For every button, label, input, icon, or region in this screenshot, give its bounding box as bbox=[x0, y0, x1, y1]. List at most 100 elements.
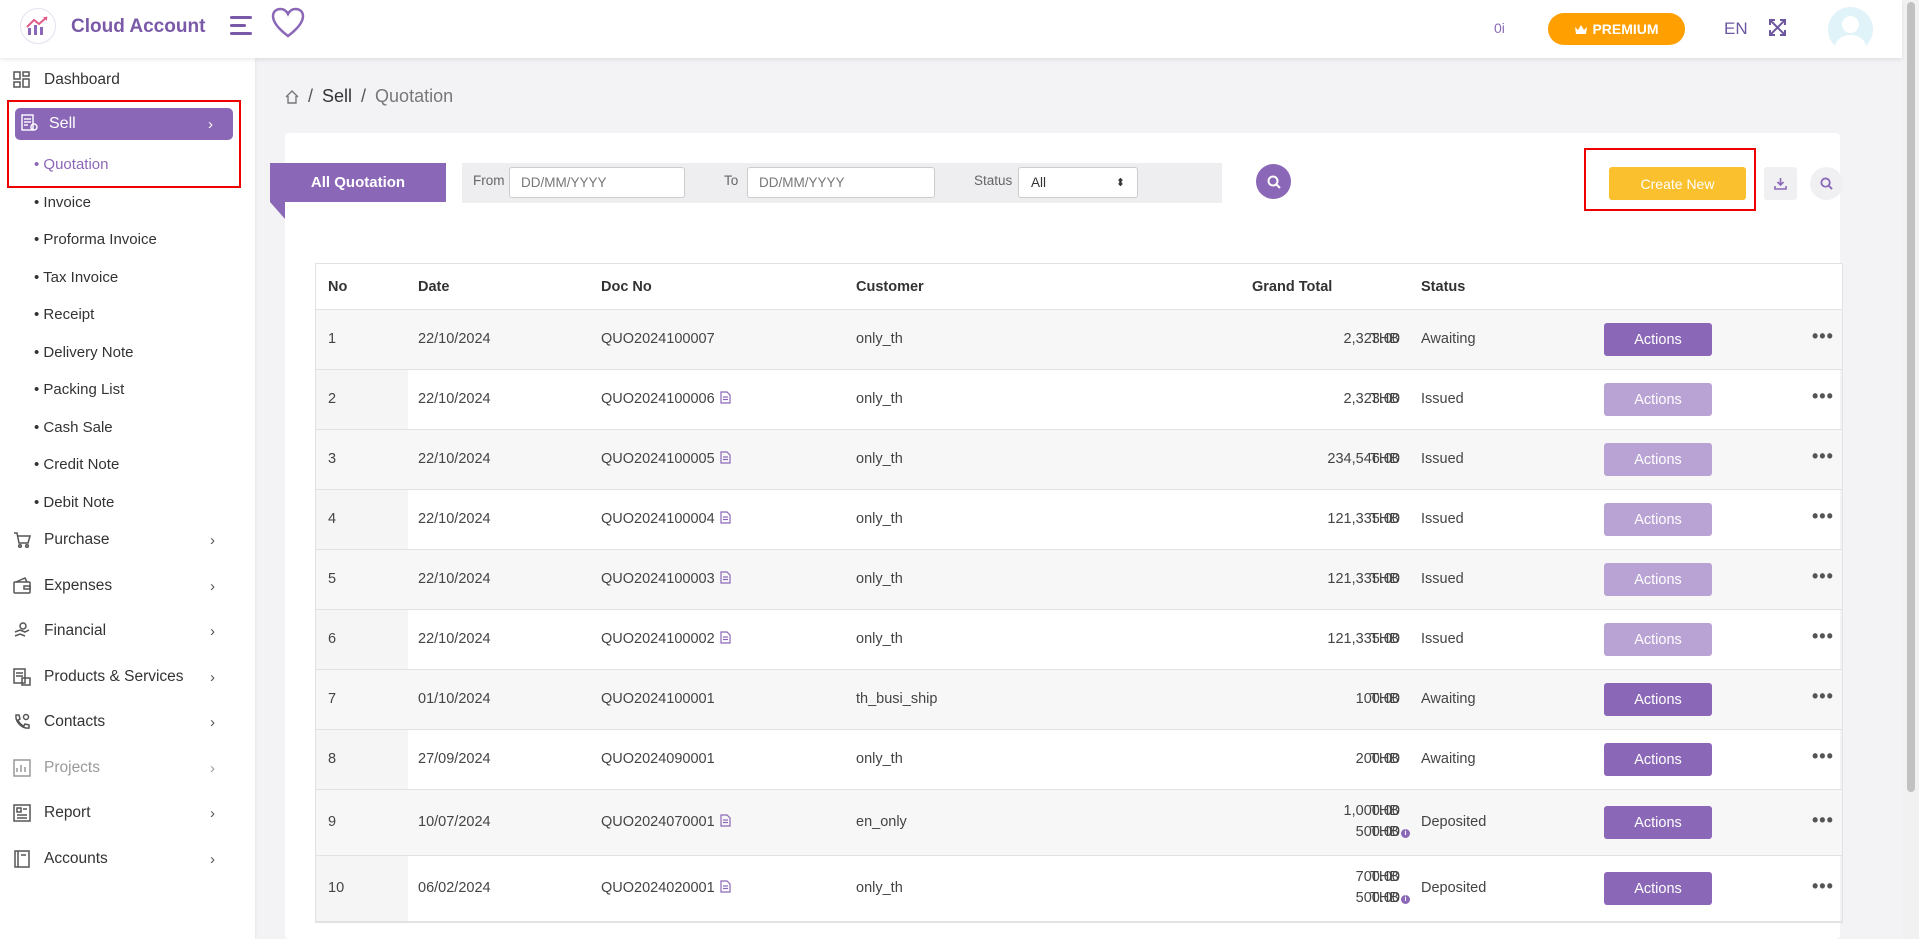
to-date-input[interactable] bbox=[747, 167, 935, 198]
document-icon[interactable] bbox=[720, 880, 731, 893]
more-options-icon[interactable]: ••• bbox=[1812, 810, 1834, 831]
actions-button[interactable]: Actions bbox=[1604, 872, 1712, 905]
row-doc-no[interactable]: QUO2024100001 bbox=[601, 691, 715, 707]
sidebar-item-dashboard[interactable]: Dashboard bbox=[0, 63, 255, 97]
language-selector[interactable]: EN bbox=[1724, 19, 1748, 39]
actions-button[interactable]: Actions bbox=[1604, 503, 1712, 536]
table-row: 9 10/07/2024 QUO2024070001 en_only 1,000.00 T… bbox=[316, 790, 1842, 856]
currency: THB bbox=[1370, 451, 1399, 467]
sidebar-item-report[interactable]: Report › bbox=[0, 796, 255, 830]
hamburger-menu-icon[interactable] bbox=[230, 16, 254, 38]
row-doc-no[interactable]: QUO2024100006 bbox=[601, 391, 731, 407]
sidebar-item-label: Financial bbox=[44, 622, 107, 639]
table-search-button[interactable] bbox=[1810, 167, 1843, 200]
notification-count[interactable]: 0i bbox=[1494, 20, 1505, 36]
document-icon[interactable] bbox=[720, 814, 731, 827]
sidebar-subitem-debit-note[interactable]: • Debit Note bbox=[34, 494, 114, 511]
col-date: Date bbox=[418, 279, 450, 295]
more-options-icon[interactable]: ••• bbox=[1812, 626, 1834, 647]
more-options-icon[interactable]: ••• bbox=[1812, 326, 1834, 347]
sidebar-item-products-services[interactable]: Products & Services › bbox=[0, 660, 255, 694]
sidebar-item-label: Accounts bbox=[44, 850, 108, 867]
row-doc-no[interactable]: QUO2024090001 bbox=[601, 751, 715, 767]
scroll-thumb[interactable] bbox=[1907, 2, 1915, 792]
breadcrumb-sell[interactable]: Sell bbox=[322, 86, 352, 107]
document-icon[interactable] bbox=[720, 631, 731, 644]
more-options-icon[interactable]: ••• bbox=[1812, 876, 1834, 897]
sidebar-subitem-delivery-note[interactable]: • Delivery Note bbox=[34, 344, 133, 361]
row-doc-no[interactable]: QUO2024100007 bbox=[601, 331, 715, 347]
more-options-icon[interactable]: ••• bbox=[1812, 506, 1834, 527]
sidebar-subitem-tax-invoice[interactable]: • Tax Invoice bbox=[34, 269, 118, 286]
more-options-icon[interactable]: ••• bbox=[1812, 746, 1834, 767]
sidebar-item-financial[interactable]: Financial › bbox=[0, 614, 255, 648]
row-date: 22/10/2024 bbox=[418, 511, 491, 527]
row-no: 3 bbox=[328, 451, 337, 467]
row-doc-no[interactable]: QUO2024100003 bbox=[601, 571, 731, 587]
sidebar-item-label: Expenses bbox=[44, 577, 113, 594]
row-customer: th_busi_ship bbox=[856, 691, 938, 707]
row-doc-no[interactable]: QUO2024070001 bbox=[601, 814, 731, 830]
row-customer: only_th bbox=[856, 331, 903, 347]
document-icon[interactable] bbox=[720, 391, 731, 404]
from-label: From bbox=[473, 173, 505, 188]
download-button[interactable] bbox=[1764, 167, 1797, 200]
currency: THB bbox=[1370, 631, 1399, 647]
sidebar-subitem-credit-note[interactable]: • Credit Note bbox=[34, 456, 119, 473]
search-icon bbox=[1820, 177, 1833, 190]
actions-button[interactable]: Actions bbox=[1604, 383, 1712, 416]
status-text: Issued bbox=[1421, 511, 1464, 527]
actions-button[interactable]: Actions bbox=[1604, 806, 1712, 839]
home-icon[interactable] bbox=[285, 89, 299, 104]
sidebar-subitem-packing-list[interactable]: • Packing List bbox=[34, 381, 124, 398]
sidebar-item-purchase[interactable]: Purchase › bbox=[0, 523, 255, 557]
sidebar-subitem-cash-sale[interactable]: • Cash Sale bbox=[34, 419, 113, 436]
row-doc-no[interactable]: QUO2024020001 bbox=[601, 880, 731, 896]
currency: THB bbox=[1370, 751, 1399, 767]
sidebar-subitem-receipt[interactable]: • Receipt bbox=[34, 306, 94, 323]
info-icon[interactable]: i bbox=[1401, 895, 1410, 904]
document-icon[interactable] bbox=[720, 511, 731, 524]
sidebar-subitem-invoice[interactable]: • Invoice bbox=[34, 194, 91, 211]
row-doc-no[interactable]: QUO2024100005 bbox=[601, 451, 731, 467]
document-icon[interactable] bbox=[720, 571, 731, 584]
currency: THB bbox=[1370, 511, 1399, 527]
col-doc-no: Doc No bbox=[601, 279, 652, 295]
page-scrollbar[interactable] bbox=[1903, 0, 1919, 939]
from-date-input[interactable] bbox=[509, 167, 685, 198]
sidebar-item-projects[interactable]: Projects › bbox=[0, 751, 255, 785]
info-icon[interactable]: i bbox=[1401, 829, 1410, 838]
premium-button[interactable]: PREMIUM bbox=[1548, 13, 1685, 45]
sidebar-item-label: Contacts bbox=[44, 713, 106, 730]
actions-button[interactable]: Actions bbox=[1604, 443, 1712, 476]
highlight-box-create bbox=[1584, 148, 1756, 211]
sidebar-item-expenses[interactable]: Expenses › bbox=[0, 569, 255, 603]
fullscreen-icon[interactable] bbox=[1769, 19, 1786, 36]
more-options-icon[interactable]: ••• bbox=[1812, 386, 1834, 407]
sidebar-item-contacts[interactable]: Contacts › bbox=[0, 705, 255, 739]
sidebar-item-accounts[interactable]: Accounts › bbox=[0, 842, 255, 876]
more-options-icon[interactable]: ••• bbox=[1812, 686, 1834, 707]
row-date: 22/10/2024 bbox=[418, 571, 491, 587]
row-doc-no[interactable]: QUO2024100004 bbox=[601, 511, 731, 527]
sidebar-item-label: Dashboard bbox=[44, 71, 120, 88]
actions-button[interactable]: Actions bbox=[1604, 683, 1712, 716]
more-options-icon[interactable]: ••• bbox=[1812, 566, 1834, 587]
row-date: 10/07/2024 bbox=[418, 814, 491, 830]
status-select[interactable]: All ⬍ bbox=[1018, 167, 1138, 198]
cart-icon bbox=[14, 532, 31, 549]
actions-button[interactable]: Actions bbox=[1604, 743, 1712, 776]
actions-button[interactable]: Actions bbox=[1604, 323, 1712, 356]
tab-all-quotation[interactable]: All Quotation bbox=[270, 163, 446, 202]
logo[interactable] bbox=[20, 8, 56, 44]
user-avatar[interactable] bbox=[1828, 7, 1873, 52]
actions-button[interactable]: Actions bbox=[1604, 563, 1712, 596]
actions-button[interactable]: Actions bbox=[1604, 623, 1712, 656]
sidebar-subitem-proforma-invoice[interactable]: • Proforma Invoice bbox=[34, 231, 157, 248]
more-options-icon[interactable]: ••• bbox=[1812, 446, 1834, 467]
filter-search-button[interactable] bbox=[1256, 164, 1291, 199]
heart-icon[interactable] bbox=[271, 7, 305, 39]
document-icon[interactable] bbox=[720, 451, 731, 464]
table-row: 7 01/10/2024 QUO2024100001 th_busi_ship 100.… bbox=[316, 670, 1842, 730]
row-doc-no[interactable]: QUO2024100002 bbox=[601, 631, 731, 647]
